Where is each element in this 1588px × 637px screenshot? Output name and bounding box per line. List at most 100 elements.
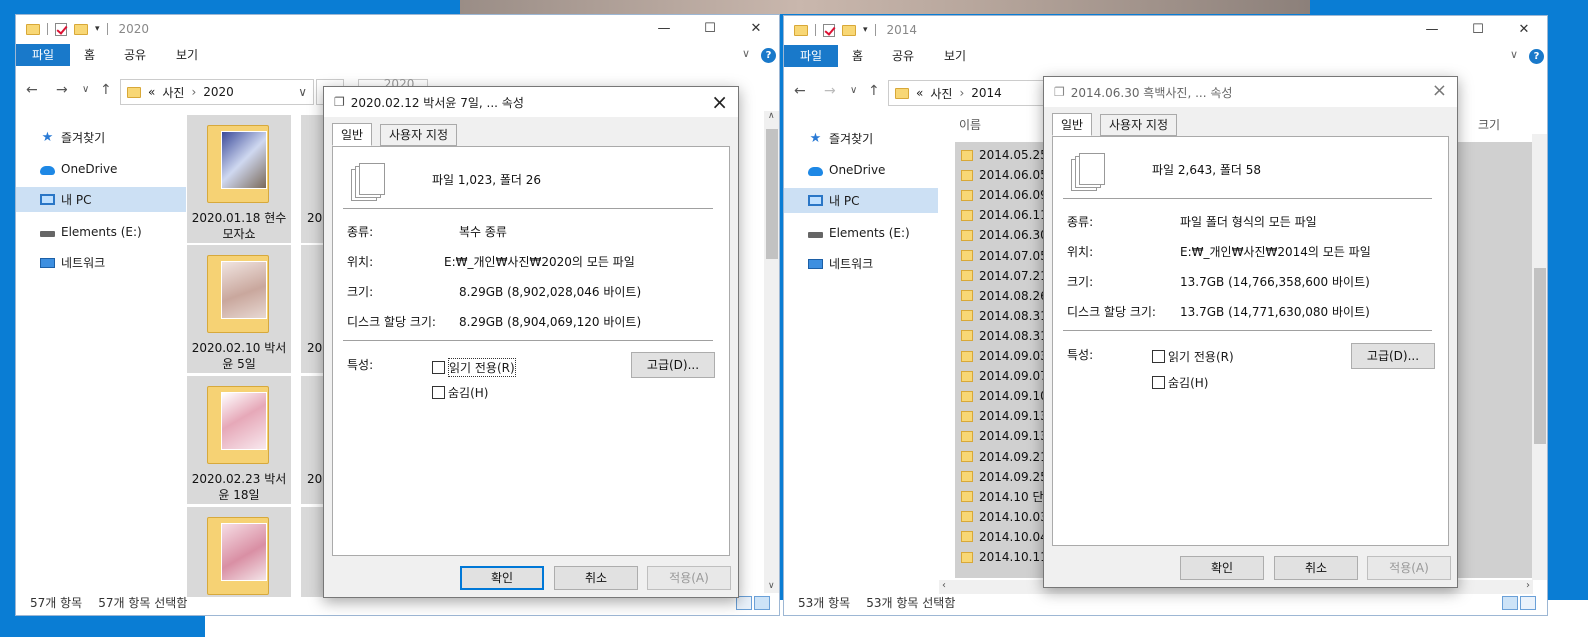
back-icon[interactable]: ← [794, 83, 806, 99]
column-header-name[interactable]: 이름 [959, 116, 981, 133]
tab-general[interactable]: 일반 [332, 123, 373, 146]
list-item-name: 2014.10.11 [979, 550, 1048, 564]
nav-label: OneDrive [829, 162, 886, 177]
minimize-button[interactable]: — [1409, 16, 1455, 44]
thumbnail-photo [221, 392, 267, 450]
tab-general[interactable]: 일반 [1052, 113, 1093, 136]
scroll-thumb[interactable] [766, 129, 778, 259]
up-icon[interactable]: ↑ [868, 83, 880, 99]
nav-item-drive-e[interactable]: Elements (E:) [16, 219, 186, 244]
ok-button[interactable]: 확인 [1180, 556, 1264, 580]
folder-thumbnail[interactable] [187, 507, 291, 597]
help-icon[interactable]: ? [761, 48, 776, 63]
advanced-button[interactable]: 고급(D)... [631, 352, 715, 378]
cancel-button[interactable]: 취소 [1274, 556, 1358, 580]
scroll-up-icon[interactable]: ∧ [768, 111, 775, 121]
tab-customize[interactable]: 사용자 지정 [380, 124, 458, 146]
maximize-button[interactable]: ☐ [1455, 16, 1501, 44]
details-view-icon[interactable] [1502, 596, 1518, 610]
checkbox-box[interactable] [432, 386, 445, 399]
folder-thumbnail[interactable]: 2020.01.18 현수 모자쇼 [187, 115, 291, 243]
details-view-icon[interactable] [736, 596, 752, 610]
nav-label: OneDrive [61, 161, 118, 176]
recent-dropdown-icon[interactable]: ∨ [850, 85, 857, 96]
help-icon[interactable]: ? [1529, 49, 1544, 64]
nav-item-this-pc[interactable]: 내 PC [784, 188, 938, 213]
tab-share[interactable]: 공유 [124, 44, 146, 66]
close-button[interactable]: ✕ [733, 15, 779, 43]
ok-button[interactable]: 확인 [460, 566, 544, 590]
vertical-scrollbar[interactable]: ∧ ∨ [764, 111, 779, 593]
readonly-checkbox[interactable]: 읽기 전용(R) [432, 358, 516, 377]
nav-label: 즐겨찾기 [61, 131, 106, 145]
hidden-checkbox[interactable]: 숨김(H) [432, 384, 488, 401]
apply-button[interactable]: 적용(A) [647, 566, 731, 590]
breadcrumb-item[interactable]: 2020 [203, 85, 234, 99]
quick-access-dropdown-icon[interactable]: ▾ [95, 24, 100, 34]
folder-thumbnail[interactable]: 2020.02.10 박서 윤 5일 [187, 245, 291, 373]
folder-icon [961, 250, 973, 261]
disk-size-label: 디스크 할당 크기: [1067, 305, 1156, 319]
advanced-button[interactable]: 고급(D)... [1351, 343, 1435, 369]
apply-button[interactable]: 적용(A) [1367, 556, 1451, 580]
new-folder-icon[interactable] [74, 23, 88, 35]
readonly-checkbox[interactable]: 읽기 전용(R) [1152, 348, 1234, 365]
tab-file[interactable]: 파일 [784, 45, 838, 67]
checkbox-box[interactable] [432, 361, 445, 374]
folder-thumbnail[interactable]: 2020.02.23 박서 윤 18일 [187, 376, 291, 504]
tab-customize[interactable]: 사용자 지정 [1100, 114, 1178, 136]
properties-check-icon[interactable] [55, 22, 67, 36]
address-bar[interactable]: « 사진 › 2020 ∨ [120, 79, 314, 105]
nav-item-this-pc[interactable]: 내 PC [16, 187, 186, 212]
forward-icon[interactable]: → [56, 82, 68, 98]
minimize-button[interactable]: — [641, 15, 687, 43]
close-icon[interactable]: × [1432, 80, 1447, 101]
ribbon-expand-icon[interactable]: ∨ [742, 47, 750, 60]
nav-item-drive-e[interactable]: Elements (E:) [784, 220, 954, 245]
checkbox-box[interactable] [1152, 350, 1165, 363]
computer-icon [808, 195, 823, 206]
tab-share[interactable]: 공유 [892, 45, 914, 67]
breadcrumb-overflow[interactable]: « [916, 86, 923, 100]
address-bar[interactable]: « 사진 › 2014 [888, 80, 1048, 106]
cancel-button[interactable]: 취소 [554, 566, 638, 590]
nav-item-onedrive[interactable]: OneDrive [16, 156, 186, 181]
breadcrumb-overflow[interactable]: « [148, 85, 155, 99]
tab-file[interactable]: 파일 [16, 44, 70, 66]
type-value: 파일 폴더 형식의 모든 파일 [1180, 215, 1317, 229]
scroll-thumb[interactable] [1534, 268, 1546, 444]
close-button[interactable]: ✕ [1501, 16, 1547, 44]
ribbon-expand-icon[interactable]: ∨ [1510, 48, 1518, 61]
large-icons-view-icon[interactable] [1520, 596, 1536, 610]
tab-view[interactable]: 보기 [176, 44, 198, 66]
hidden-checkbox[interactable]: 숨김(H) [1152, 374, 1208, 391]
folder-icon [961, 451, 973, 462]
large-icons-view-icon[interactable] [754, 596, 770, 610]
up-icon[interactable]: ↑ [100, 82, 112, 98]
back-icon[interactable]: ← [26, 82, 38, 98]
quick-access-dropdown-icon[interactable]: ▾ [863, 25, 868, 35]
address-dropdown-icon[interactable]: ∨ [298, 85, 307, 99]
nav-item-favorites[interactable]: ★ 즐겨찾기 [16, 125, 186, 150]
properties-check-icon[interactable] [823, 23, 835, 37]
breadcrumb-item[interactable]: 2014 [971, 86, 1002, 100]
close-icon[interactable]: × [711, 90, 728, 114]
recent-dropdown-icon[interactable]: ∨ [82, 84, 89, 95]
tab-home[interactable]: 홈 [84, 44, 95, 66]
forward-icon[interactable]: → [824, 83, 836, 99]
new-folder-icon[interactable] [842, 24, 856, 36]
tab-home[interactable]: 홈 [852, 45, 863, 67]
nav-item-network[interactable]: 네트워크 [16, 250, 186, 275]
nav-item-network[interactable]: 네트워크 [784, 251, 954, 276]
vertical-scrollbar[interactable] [1532, 134, 1547, 580]
nav-item-onedrive[interactable]: OneDrive [784, 157, 954, 182]
checkbox-label: 숨김(H) [448, 386, 489, 400]
maximize-button[interactable]: ☐ [687, 15, 733, 43]
folder-icon [961, 229, 973, 241]
tab-view[interactable]: 보기 [944, 45, 966, 67]
breadcrumb-item[interactable]: 사진 [930, 85, 952, 102]
nav-item-favorites[interactable]: ★ 즐겨찾기 [784, 126, 954, 151]
checkbox-box[interactable] [1152, 376, 1165, 389]
breadcrumb-item[interactable]: 사진 [162, 84, 184, 101]
column-header-size[interactable]: 크기 [1478, 116, 1500, 133]
